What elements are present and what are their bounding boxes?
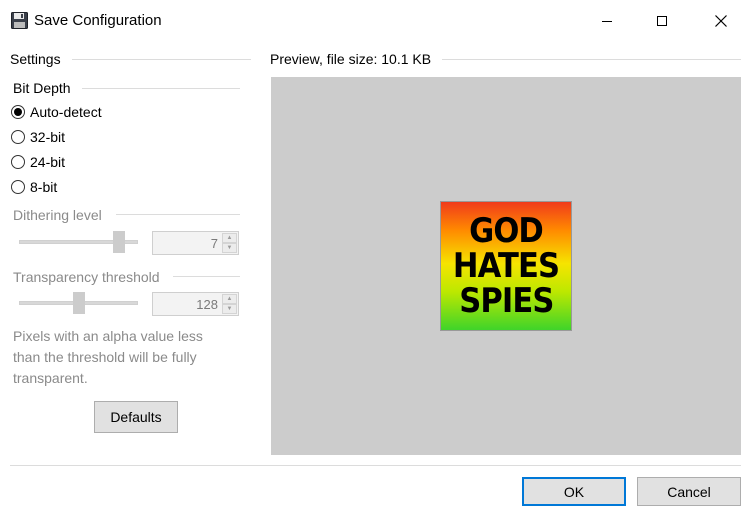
spin-up-icon[interactable]: ▲ [222, 294, 237, 304]
dithering-value: 7 [210, 236, 218, 251]
preview-image-line: HATES [452, 245, 560, 286]
dithering-slider-thumb[interactable] [113, 231, 126, 253]
preview-image-line: GOD [469, 210, 544, 251]
radio-32-bit[interactable]: 32-bit [11, 127, 65, 147]
radio-label: 24-bit [30, 154, 66, 170]
preview-separator [442, 59, 741, 60]
radio-indicator[interactable] [11, 130, 25, 144]
settings-separator [72, 59, 251, 60]
dithering-separator [116, 214, 240, 215]
transparency-value: 128 [196, 297, 218, 312]
transparency-help-text: Pixels with an alpha value less than the… [13, 328, 203, 386]
spin-down-icon[interactable]: ▼ [222, 304, 237, 314]
spin-up-icon[interactable]: ▲ [222, 233, 237, 243]
spin-down-icon[interactable]: ▼ [222, 243, 237, 253]
cancel-button[interactable]: Cancel [637, 477, 741, 506]
title-bar: Save Configuration [0, 0, 750, 42]
radio-24-bit[interactable]: 24-bit [11, 152, 65, 172]
bit-depth-separator [82, 88, 240, 89]
minimize-icon [602, 20, 612, 22]
preview-image-line: SPIES [458, 280, 554, 321]
maximize-icon [657, 16, 667, 26]
dithering-spinbox[interactable]: 7 ▲ ▼ [152, 231, 239, 255]
defaults-button[interactable]: Defaults [94, 401, 178, 433]
ok-button[interactable]: OK [522, 477, 626, 506]
floppy-disk-icon [11, 12, 28, 29]
radio-8-bit[interactable]: 8-bit [11, 177, 57, 197]
settings-label: Settings [10, 51, 61, 67]
radio-label: 32-bit [30, 129, 66, 145]
bit-depth-label: Bit Depth [13, 80, 71, 96]
transparency-slider-thumb[interactable] [72, 292, 85, 314]
radio-indicator[interactable] [11, 180, 25, 194]
dithering-label: Dithering level [13, 207, 102, 223]
transparency-spinbox[interactable]: 128 ▲ ▼ [152, 292, 239, 316]
transparency-label: Transparency threshold [13, 269, 160, 285]
radio-label: 8-bit [30, 179, 58, 195]
preview-label: Preview, file size: 10.1 KB [270, 51, 432, 67]
close-button[interactable] [698, 0, 744, 42]
minimize-button[interactable] [584, 0, 630, 42]
radio-label: Auto-detect [30, 104, 102, 120]
transparency-separator [173, 276, 240, 277]
close-icon [715, 15, 727, 27]
maximize-button[interactable] [639, 0, 685, 42]
preview-image: GOD HATES SPIES [441, 202, 571, 330]
radio-indicator[interactable] [11, 105, 25, 119]
footer-separator [10, 465, 741, 466]
radio-auto-detect[interactable]: Auto-detect [11, 102, 102, 122]
radio-indicator[interactable] [11, 155, 25, 169]
window-title: Save Configuration [34, 12, 162, 29]
